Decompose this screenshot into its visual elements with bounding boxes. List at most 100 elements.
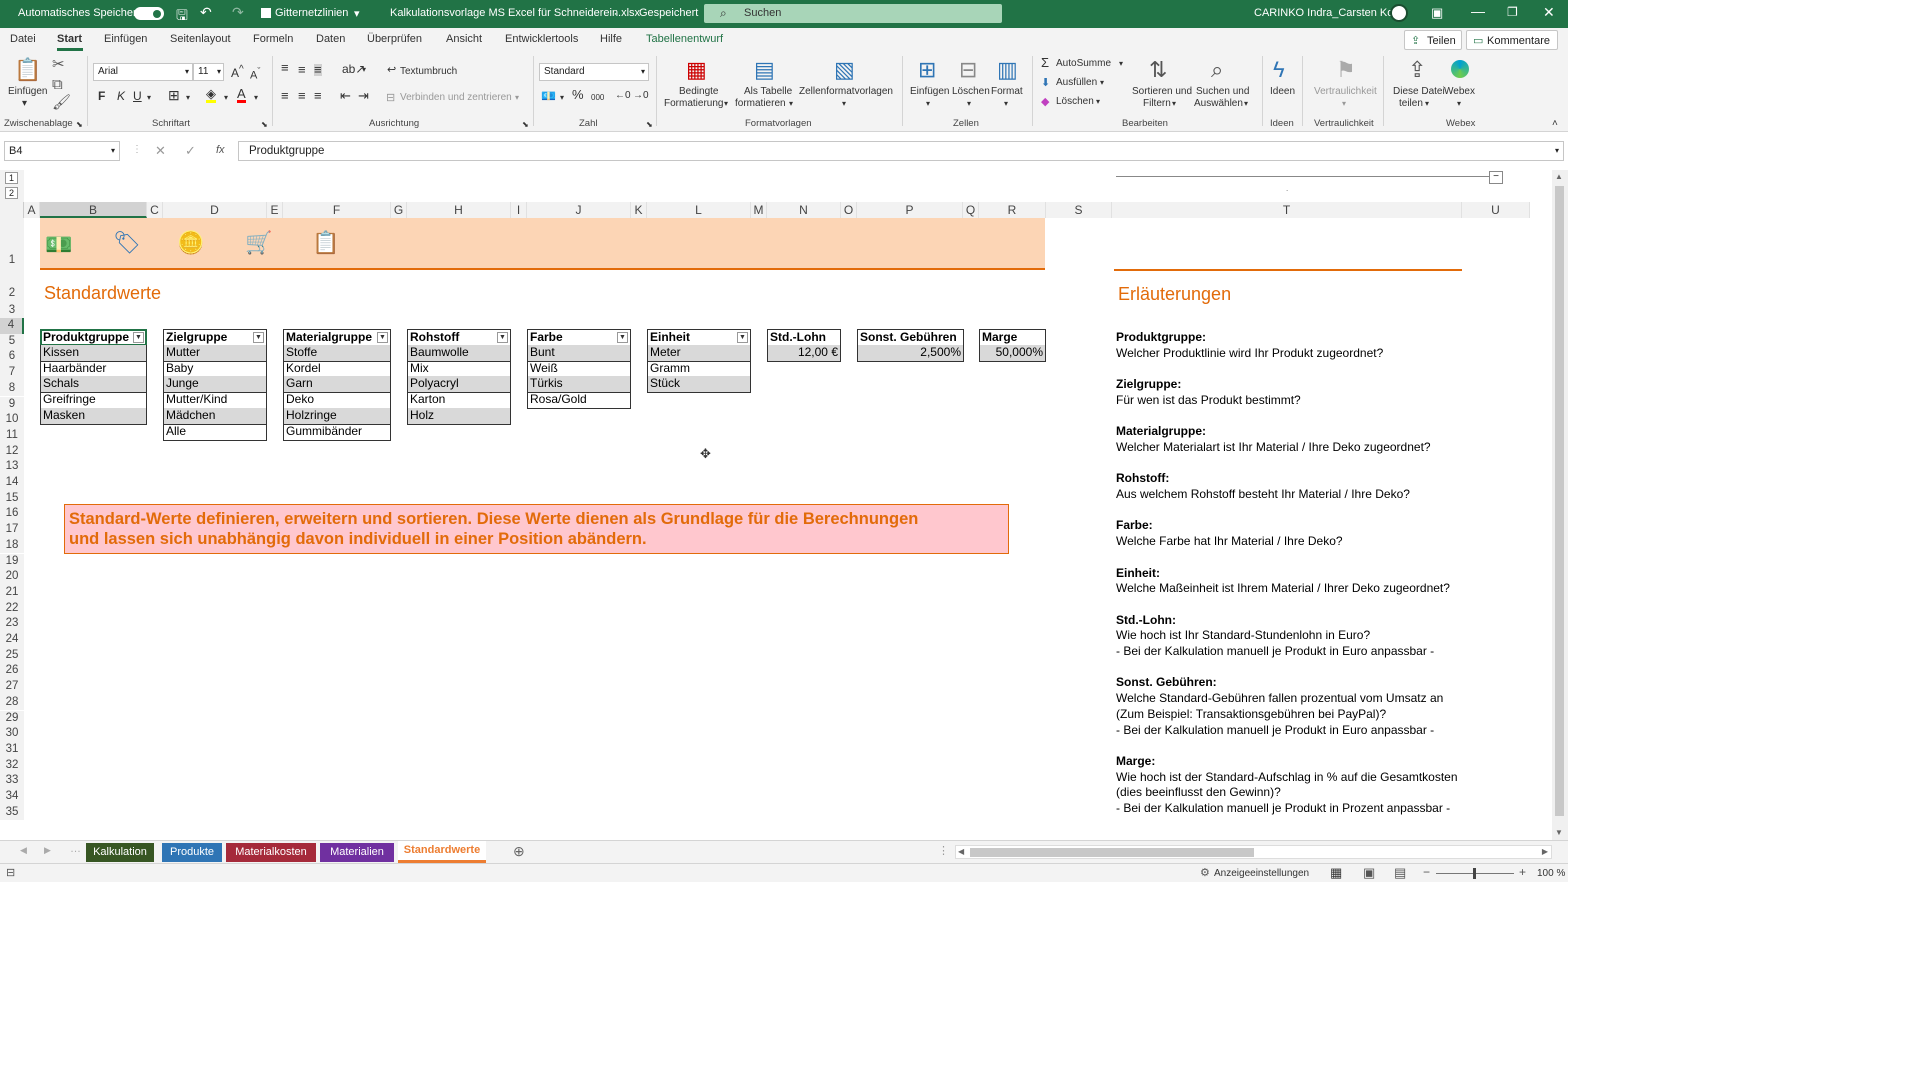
- gebuehr-value[interactable]: 2,500%: [857, 344, 964, 362]
- chevron-down-icon[interactable]: ▾: [1342, 98, 1346, 110]
- zoom-in-icon[interactable]: +: [1519, 865, 1526, 879]
- rohstoff-item[interactable]: Karton: [407, 392, 511, 409]
- chevron-down-icon[interactable]: ▾: [224, 92, 228, 104]
- column-header[interactable]: I: [511, 202, 527, 218]
- bold-icon[interactable]: F: [98, 90, 105, 102]
- qat-customize-icon[interactable]: ▾: [354, 7, 360, 20]
- find-select-label-1[interactable]: Suchen und: [1196, 86, 1249, 98]
- tab-formeln[interactable]: Formeln: [253, 33, 293, 45]
- produkt-item[interactable]: Kissen: [40, 344, 147, 362]
- material-item[interactable]: Garn: [283, 376, 391, 394]
- material-item[interactable]: Holzringe: [283, 408, 391, 425]
- merge-label[interactable]: Verbinden und zentrieren: [400, 92, 512, 104]
- row-header[interactable]: 18: [0, 537, 24, 554]
- autosave-toggle[interactable]: [134, 7, 164, 20]
- sensitivity-icon[interactable]: ⚑: [1336, 58, 1356, 82]
- farbe-item[interactable]: Weiß: [527, 360, 631, 378]
- tab-ueberpruefen[interactable]: Überprüfen: [367, 33, 422, 45]
- cell-styles-icon[interactable]: ▧: [834, 58, 855, 82]
- format-as-table-icon[interactable]: ▤: [754, 58, 775, 82]
- outline-level-1[interactable]: 1: [5, 172, 18, 184]
- produkt-item[interactable]: Haarbänder: [40, 360, 147, 378]
- comments-button[interactable]: ▭ Kommentare: [1466, 30, 1558, 50]
- ziel-item[interactable]: Alle: [163, 423, 267, 441]
- format-painter-icon[interactable]: 🖌: [52, 95, 71, 111]
- display-settings-label[interactable]: Anzeigeeinstellungen: [1214, 868, 1309, 879]
- row-header[interactable]: 17: [0, 522, 24, 538]
- chevron-down-icon[interactable]: ▾: [1425, 98, 1429, 110]
- autosum-label[interactable]: AutoSumme: [1056, 58, 1111, 70]
- eraser-icon[interactable]: ◆: [1041, 96, 1049, 108]
- thousands-icon[interactable]: 000: [591, 92, 604, 104]
- sheet-tab[interactable]: Kalkulation: [86, 843, 154, 862]
- column-header[interactable]: C: [147, 202, 163, 218]
- restore-icon[interactable]: ❐: [1507, 5, 1518, 19]
- filter-dropdown-icon[interactable]: ▼: [617, 332, 628, 343]
- collapse-ribbon-icon[interactable]: ˄: [1552, 118, 1558, 130]
- row-header[interactable]: 25: [0, 647, 24, 664]
- chevron-down-icon[interactable]: ▾: [147, 92, 151, 104]
- row-header[interactable]: 7: [0, 365, 24, 381]
- save-icon[interactable]: 🖫: [176, 5, 188, 29]
- clipboard-launcher-icon[interactable]: ⬊: [76, 119, 83, 131]
- zoom-level[interactable]: 100 %: [1537, 868, 1565, 879]
- prev-sheet-icon[interactable]: ◀: [20, 845, 27, 856]
- column-header[interactable]: S: [1046, 202, 1112, 218]
- sheet-tab[interactable]: Materialkosten: [226, 843, 316, 862]
- decrease-indent-icon[interactable]: ⇤: [340, 89, 351, 102]
- row-header[interactable]: 4: [0, 318, 24, 334]
- price-tag-icon[interactable]: 🏷: [113, 230, 141, 256]
- produkt-header[interactable]: Produktgruppe ▼: [40, 329, 147, 346]
- conditional-formatting-icon[interactable]: ▦: [686, 58, 707, 82]
- material-item[interactable]: Kordel: [283, 360, 391, 378]
- chevron-down-icon[interactable]: ▾: [967, 98, 971, 110]
- chevron-down-icon[interactable]: ▾: [1100, 77, 1104, 89]
- einheit-item[interactable]: Stück: [647, 376, 751, 394]
- row-header[interactable]: 12: [0, 443, 24, 460]
- conditional-formatting-label-2[interactable]: Formatierung: [664, 98, 723, 110]
- chevron-down-icon[interactable]: ▾: [515, 92, 519, 104]
- insert-function-icon[interactable]: fx: [216, 144, 225, 156]
- format-as-table-label-2[interactable]: formatieren: [735, 98, 786, 110]
- produkt-item[interactable]: Masken: [40, 408, 147, 425]
- worksheet[interactable]: 1 2 − . ABCDEFGHIJKLMNOPQRSTU 1234567891…: [0, 170, 1568, 840]
- find-icon[interactable]: ⌕: [1211, 58, 1223, 82]
- align-center-icon[interactable]: ≡: [298, 89, 306, 102]
- row-header[interactable]: 8: [0, 380, 24, 397]
- row-header[interactable]: 16: [0, 506, 24, 523]
- row-header[interactable]: 19: [0, 553, 24, 570]
- wrap-text-label[interactable]: Textumbruch: [400, 66, 457, 78]
- rohstoff-item[interactable]: Mix: [407, 360, 511, 378]
- redo-icon[interactable]: ↷: [232, 4, 244, 21]
- decrease-decimal-icon[interactable]: →0: [633, 90, 649, 102]
- ziel-item[interactable]: Mutter/Kind: [163, 392, 267, 409]
- row-header[interactable]: 20: [0, 569, 24, 585]
- ziel-item[interactable]: Baby: [163, 360, 267, 378]
- format-as-table-label-1[interactable]: Als Tabelle: [744, 86, 792, 98]
- currency-icon[interactable]: 💶: [541, 90, 556, 102]
- marge-value[interactable]: 50,000%: [979, 344, 1046, 362]
- close-icon[interactable]: ✕: [1543, 4, 1555, 21]
- sheet-tab[interactable]: Produkte: [162, 843, 222, 862]
- chevron-down-icon[interactable]: ▾: [560, 92, 564, 104]
- money-icon[interactable]: 💵: [45, 232, 72, 258]
- copy-icon[interactable]: ⧉: [52, 77, 63, 93]
- minimize-icon[interactable]: —: [1471, 3, 1485, 19]
- filter-dropdown-icon[interactable]: ▼: [737, 332, 748, 343]
- column-header[interactable]: L: [647, 202, 751, 218]
- avatar[interactable]: [1390, 4, 1408, 22]
- merge-icon[interactable]: ⊟: [386, 92, 395, 104]
- align-right-icon[interactable]: ≡: [314, 89, 322, 102]
- display-settings-icon[interactable]: ⚙: [1200, 866, 1210, 879]
- number-format-select[interactable]: Standard ▾: [539, 63, 649, 81]
- delete-cells-icon[interactable]: ⊟: [959, 58, 977, 82]
- cancel-icon[interactable]: ✕: [155, 143, 166, 159]
- sheet-tab[interactable]: Materialien: [320, 843, 394, 862]
- increase-indent-icon[interactable]: ⇥: [358, 89, 369, 102]
- autosum-icon[interactable]: Σ: [1041, 56, 1049, 69]
- zoom-out-icon[interactable]: −: [1423, 865, 1430, 879]
- chevron-down-icon[interactable]: ▾: [926, 98, 930, 110]
- rohstoff-item[interactable]: Polyacryl: [407, 376, 511, 394]
- list-icon[interactable]: 📋: [312, 230, 339, 256]
- next-sheet-icon[interactable]: ▶: [44, 845, 51, 856]
